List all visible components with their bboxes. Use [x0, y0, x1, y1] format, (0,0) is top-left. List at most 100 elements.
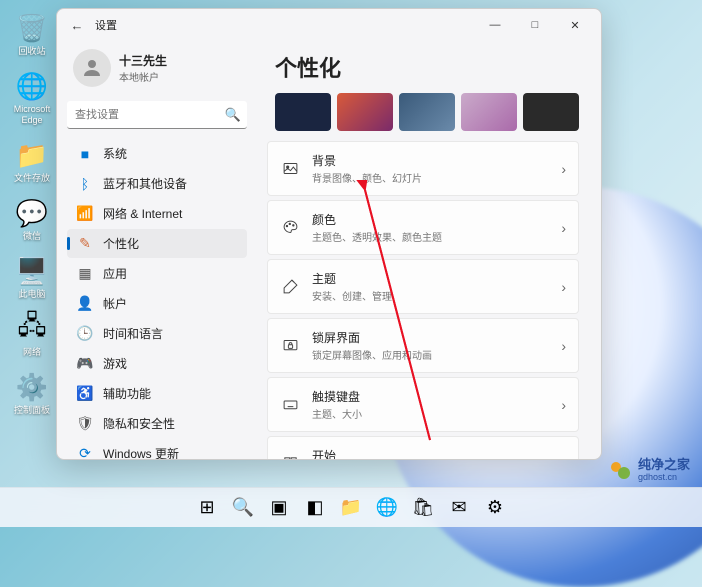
taskbar-start[interactable]: ⊞ — [191, 492, 223, 524]
nav-label: 帐户 — [103, 295, 127, 312]
theme-thumb[interactable] — [275, 93, 331, 131]
minimize-button[interactable]: — — [475, 11, 515, 39]
setting-title: 背景 — [312, 152, 549, 169]
taskbar-mail[interactable]: ✉ — [443, 492, 475, 524]
chevron-right-icon: › — [561, 338, 566, 354]
nav-item-system[interactable]: ■系统 — [67, 139, 247, 168]
page-title: 个性化 — [267, 51, 579, 83]
nav-label: 网络 & Internet — [103, 205, 182, 222]
nav-item-personalization[interactable]: ✎ 个性化 — [67, 229, 247, 258]
search-input[interactable] — [67, 101, 247, 129]
control-panel-icon: ⚙️ — [16, 371, 48, 403]
touch-keyboard-icon — [280, 395, 300, 415]
user-type: 本地帐户 — [119, 69, 167, 84]
time-icon: 🕒 — [77, 326, 93, 342]
theme-previews — [267, 93, 579, 141]
desktop-icon-network[interactable]: 🖧 网络 — [8, 313, 56, 358]
chevron-right-icon: › — [561, 397, 566, 413]
taskbar-store[interactable]: 🛍 — [407, 492, 439, 524]
theme-thumb[interactable] — [461, 93, 517, 131]
setting-item-lockscreen[interactable]: 锁屏界面锁定屏幕图像、应用和动画 › — [267, 318, 579, 373]
search-box: 🔍 — [67, 101, 247, 129]
desktop-icon-label: 回收站 — [18, 46, 45, 57]
window-controls: — □ ✕ — [475, 11, 595, 39]
back-button[interactable]: ← — [63, 11, 91, 39]
nav-item-update[interactable]: ⟳Windows 更新 — [67, 439, 247, 459]
file-explorer-icon: 📁 — [16, 139, 48, 171]
desktop-icon-label: MicrosoftEdge — [14, 104, 51, 126]
taskbar-edge[interactable]: 🌐 — [371, 492, 403, 524]
setting-item-touch-keyboard[interactable]: 触摸键盘主题、大小 › — [267, 377, 579, 432]
nav-label: Windows 更新 — [103, 445, 179, 459]
desktop-icon-wechat[interactable]: 💬微信 — [8, 197, 56, 242]
setting-item-themes[interactable]: 主题安装、创建、管理› — [267, 259, 579, 314]
privacy-icon: 🛡 — [77, 416, 93, 432]
nav-item-network[interactable]: 📶 网络 & Internet — [67, 199, 247, 228]
background-icon — [280, 159, 300, 179]
network-icon: 📶 — [77, 206, 93, 222]
themes-icon — [280, 277, 300, 297]
desktop-icon-label: 文件存放 — [14, 173, 50, 184]
nav-item-apps[interactable]: ▦ 应用 — [67, 259, 247, 288]
taskbar-explorer[interactable]: 📁 — [335, 492, 367, 524]
chevron-right-icon: › — [561, 279, 566, 295]
user-section[interactable]: 十三先生 本地帐户 — [67, 45, 247, 97]
apps-icon: ▦ — [77, 266, 93, 282]
setting-subtitle: 背景图像、颜色、幻灯片 — [312, 170, 549, 185]
settings-window: ← 设置 — □ ✕ 十三先生 本地帐户 🔍 ■系统ᛒ蓝牙和其他设备📶网络 — [56, 8, 602, 460]
content-area: 个性化 背景背景图像、颜色、幻灯片›颜色主题色、透明效果、颜色主题›主题安装、创… — [257, 41, 601, 459]
accounts-icon: 👤 — [77, 296, 93, 312]
user-name: 十三先生 — [119, 52, 167, 69]
setting-item-start[interactable]: 开始最近使用的应用和项目、文件夹› — [267, 436, 579, 459]
taskbar: ⊞🔍▣◧📁🌐🛍✉⚙ — [0, 487, 702, 527]
start-icon — [280, 454, 300, 460]
settings-list: 背景背景图像、颜色、幻灯片›颜色主题色、透明效果、颜色主题›主题安装、创建、管理… — [267, 141, 579, 459]
desktop-icon-recycle-bin[interactable]: 🗑️ 回收站 — [8, 12, 56, 57]
setting-title: 锁屏界面 — [312, 329, 549, 346]
nav-item-privacy[interactable]: 🛡隐私和安全性 — [67, 409, 247, 438]
desktop-icon-this-pc[interactable]: 🖥️此电脑 — [8, 255, 56, 300]
nav-list: ■系统ᛒ蓝牙和其他设备 📶 网络 & Internet ✎ 个性化 ▦ 应用 👤 帐户 🕒时间和语… — [67, 139, 247, 459]
setting-item-colors[interactable]: 颜色主题色、透明效果、颜色主题› — [267, 200, 579, 255]
recycle-bin-icon: 🗑️ — [16, 12, 48, 44]
watermark-url: gdhost.cn — [638, 471, 690, 483]
theme-thumb[interactable] — [399, 93, 455, 131]
nav-item-accounts[interactable]: 👤 帐户 — [67, 289, 247, 318]
desktop-icon-label: 此电脑 — [18, 289, 45, 300]
nav-item-bluetooth[interactable]: ᛒ蓝牙和其他设备 — [67, 169, 247, 198]
taskbar-widgets[interactable]: ◧ — [299, 492, 331, 524]
nav-item-gaming[interactable]: 🎮游戏 — [67, 349, 247, 378]
setting-item-background[interactable]: 背景背景图像、颜色、幻灯片› — [267, 141, 579, 196]
close-button[interactable]: ✕ — [555, 11, 595, 39]
chevron-right-icon: › — [561, 456, 566, 460]
nav-label: 个性化 — [103, 235, 139, 252]
theme-thumb[interactable] — [337, 93, 393, 131]
nav-label: 蓝牙和其他设备 — [103, 175, 187, 192]
theme-thumb[interactable] — [523, 93, 579, 131]
personalization-icon: ✎ — [77, 236, 93, 252]
chevron-right-icon: › — [561, 220, 566, 236]
setting-subtitle: 主题、大小 — [312, 406, 549, 421]
setting-subtitle: 锁定屏幕图像、应用和动画 — [312, 347, 549, 362]
taskbar-settings[interactable]: ⚙ — [479, 492, 511, 524]
taskbar-taskview[interactable]: ▣ — [263, 492, 295, 524]
desktop-icon-file-explorer[interactable]: 📁 文件存放 — [8, 139, 56, 184]
desktop-icons: 🗑️ 回收站 🌐MicrosoftEdge 📁 文件存放 💬微信 🖥️此电脑 🖧 网络 ⚙️控制面… — [8, 12, 56, 416]
setting-title: 颜色 — [312, 211, 549, 228]
taskbar-search[interactable]: 🔍 — [227, 492, 259, 524]
setting-title: 触摸键盘 — [312, 388, 549, 405]
watermark-name: 纯净之家 — [638, 459, 690, 471]
nav-item-accessibility[interactable]: ♿辅助功能 — [67, 379, 247, 408]
network-icon: 🖧 — [16, 313, 48, 345]
nav-item-time[interactable]: 🕒时间和语言 — [67, 319, 247, 348]
colors-icon — [280, 218, 300, 238]
titlebar: ← 设置 — □ ✕ — [57, 9, 601, 41]
maximize-button[interactable]: □ — [515, 11, 555, 39]
nav-label: 辅助功能 — [103, 385, 151, 402]
desktop-icon-label: 网络 — [23, 347, 41, 358]
desktop-icon-control-panel[interactable]: ⚙️控制面板 — [8, 371, 56, 416]
nav-label: 应用 — [103, 265, 127, 282]
desktop-icon-edge[interactable]: 🌐MicrosoftEdge — [8, 70, 56, 126]
sidebar: 十三先生 本地帐户 🔍 ■系统ᛒ蓝牙和其他设备 📶 网络 & Internet ✎ 个性… — [57, 41, 257, 459]
setting-title: 开始 — [312, 447, 549, 459]
